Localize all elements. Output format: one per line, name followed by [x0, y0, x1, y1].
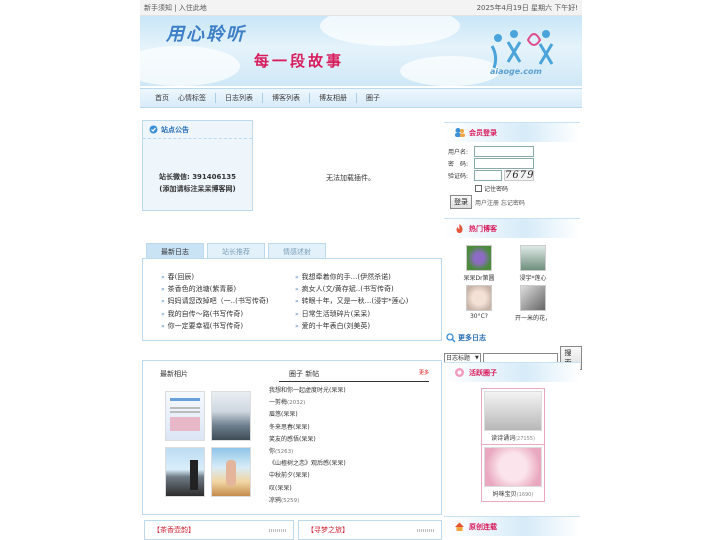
dream-section-box: 【寻梦之旅】: [298, 520, 442, 540]
list-item[interactable]: » 妈妈请您改掉吧（一..(书写传奇): [161, 295, 295, 307]
list-item[interactable]: 笑友的感悟(呆呆): [269, 434, 346, 446]
more-logs-header: 更多日志: [446, 333, 486, 343]
main-nav: 首页 心情标签 日志列表 博客列表 博友相册 圈子: [140, 88, 582, 108]
fire-icon: [456, 224, 463, 233]
photo-thumb[interactable]: [211, 391, 251, 441]
site-notice: 站点公告 站长微信: 391406135 (添加请标注呆呆博客网): [142, 120, 253, 211]
banner-slogan-2: 每一段故事: [254, 52, 345, 70]
active-circle-item[interactable]: 读诗诵词(27155): [481, 388, 545, 446]
dream-section-title[interactable]: 【寻梦之旅】: [307, 525, 349, 535]
remember-me[interactable]: 记住密码: [475, 184, 508, 193]
photo-thumb[interactable]: [165, 447, 205, 497]
list-item[interactable]: » 你一定要幸福(书写传奇): [161, 320, 295, 332]
circle-posts-title: 圈子 新帖: [289, 370, 320, 378]
list-item[interactable]: » 日常生活琐碎片(呆呆): [295, 308, 429, 320]
hot-blogger[interactable]: 浸宇*莲心: [508, 245, 558, 282]
remember-label: 记住密码: [484, 186, 509, 193]
circle-post-list: 我想和你一起虚度时光(呆呆) 一剪梅(2032) 眉悠(呆呆) 冬来思春(呆呆)…: [269, 385, 346, 507]
register-links[interactable]: 用户注册 忘记密码: [475, 198, 525, 207]
captcha-image[interactable]: 7679: [504, 170, 534, 181]
notice-line-1: 站长微信: 391406135: [158, 173, 237, 181]
photos-title: 最新相片: [160, 370, 188, 378]
notice-line-2: (添加请标注呆呆博客网): [159, 185, 236, 193]
hot-blogs-title: 热门博客: [469, 224, 497, 233]
avatar[interactable]: [466, 245, 492, 271]
hot-blogger[interactable]: 30°C?: [454, 285, 504, 320]
list-item[interactable]: 我想和你一起虚度时光(呆呆): [269, 385, 346, 397]
list-item[interactable]: 眉悠(呆呆): [269, 409, 346, 421]
plugin-placeholder: 无法加载插件。: [256, 120, 445, 236]
nav-blog-list[interactable]: 博客列表: [263, 93, 309, 103]
password-label: 密 码:: [448, 161, 469, 168]
username-label: 用户名:: [448, 149, 469, 156]
serial-header: 原创连载: [444, 516, 580, 536]
captcha-label: 验证码:: [448, 173, 469, 180]
login-header: 会员登录: [444, 122, 580, 142]
nav-home[interactable]: 首页: [146, 93, 178, 103]
nav-log-list[interactable]: 日志列表: [216, 93, 262, 103]
captcha-input[interactable]: [474, 170, 502, 181]
avatar[interactable]: [466, 285, 492, 311]
tab-latest-logs[interactable]: 最新日志: [146, 243, 204, 259]
hot-blogs-header: 热门博客: [444, 218, 580, 238]
circle-image[interactable]: [484, 391, 542, 431]
list-item[interactable]: 叹(呆呆): [269, 483, 346, 495]
photo-thumb[interactable]: [165, 391, 205, 441]
banner-slogan-1: 用心聆听: [166, 24, 246, 45]
serial-title: 原创连载: [469, 522, 497, 531]
home-icon: [455, 522, 464, 531]
more-logs-title: 更多日志: [458, 334, 486, 342]
tab-recommended[interactable]: 站长推荐: [207, 243, 265, 259]
banner: 用心聆听 每一段故事 aiaoge.com: [140, 16, 582, 86]
tab-emotion[interactable]: 情感述射: [268, 243, 326, 259]
list-item[interactable]: 一剪梅(2032): [269, 397, 346, 409]
active-circles-title: 活跃圈子: [469, 368, 497, 377]
hot-blogger[interactable]: 呆呆Dr第圆: [454, 245, 504, 282]
nav-circle[interactable]: 圈子: [357, 93, 389, 103]
avatar[interactable]: [520, 245, 546, 271]
active-circle-item[interactable]: 妈咪宝贝(1690): [481, 444, 545, 502]
password-input[interactable]: [474, 158, 534, 169]
nav-album[interactable]: 博友相册: [310, 93, 356, 103]
tea-section-box: 【茶香壶韵】: [144, 520, 294, 540]
list-item[interactable]: 凉鸦(5259): [269, 495, 346, 507]
tea-section-title[interactable]: 【茶香壶韵】: [153, 525, 195, 535]
list-item[interactable]: 你(5263): [269, 446, 346, 458]
hot-blogger[interactable]: 开一米的花，: [508, 285, 558, 322]
list-item[interactable]: » 爱的十年表白(刘美英): [295, 320, 429, 332]
search-icon: [446, 333, 456, 343]
list-item[interactable]: » 转眼十年，又是一秋...(浸宇*莲心): [295, 295, 429, 307]
nav-mood-tags[interactable]: 心情标签: [178, 93, 215, 103]
active-circles-header: 活跃圈子: [444, 362, 580, 382]
list-item[interactable]: » 茶香色的池塘(紫青藤): [161, 283, 295, 295]
notice-title: 站点公告: [161, 125, 189, 134]
log-tabs: 最新日志 站长推荐 情感述射: [146, 243, 329, 259]
users-icon: [455, 128, 465, 137]
notice-icon: [149, 125, 158, 134]
more-link[interactable]: 更多: [419, 369, 429, 376]
circle-posts-header: 圈子 新帖 更多: [279, 369, 429, 382]
circle-image[interactable]: [484, 447, 542, 487]
list-item[interactable]: 冬来思春(呆呆): [269, 422, 346, 434]
username-input[interactable]: [474, 146, 534, 157]
page-wrapper: 新手须知 | 入住此地 2025年4月19日 星期六 下午好! 用心聆听 每一段…: [140, 0, 582, 540]
photos-and-circle: 最新相片 圈子 新帖 更多 我想和你一起虚度时光(呆呆) 一剪梅(2032) 眉…: [142, 360, 442, 515]
photo-thumb[interactable]: [211, 447, 251, 497]
list-item[interactable]: » 我的自传〜路(书写传奇): [161, 308, 295, 320]
top-bar: 新手须知 | 入住此地 2025年4月19日 星期六 下午好!: [140, 0, 582, 16]
login-title: 会员登录: [469, 128, 497, 137]
list-item[interactable]: » 我想牵着你的手...(伊然杀诺): [295, 271, 429, 283]
circle-icon: [455, 368, 464, 377]
list-item[interactable]: » 疯女人(文/黄存斌..(书写传奇): [295, 283, 429, 295]
list-item[interactable]: 中秋前夕(呆呆): [269, 470, 346, 482]
list-item[interactable]: 《山楂树之恋》观后感(呆呆): [269, 458, 346, 470]
remember-checkbox[interactable]: [475, 185, 482, 192]
login-button[interactable]: 登录: [450, 195, 472, 209]
top-links[interactable]: 新手须知 | 入住此地: [144, 4, 207, 12]
avatar[interactable]: [520, 285, 546, 311]
log-tab-panel: » 春(回辰) » 茶香色的池塘(紫青藤) » 妈妈请您改掉吧（一..(书写传奇) »…: [142, 258, 442, 341]
date-text: 2025年4月19日 星期六 下午好!: [476, 3, 578, 12]
logo-url: aiaoge.com: [490, 67, 542, 76]
list-item[interactable]: » 春(回辰): [161, 271, 295, 283]
